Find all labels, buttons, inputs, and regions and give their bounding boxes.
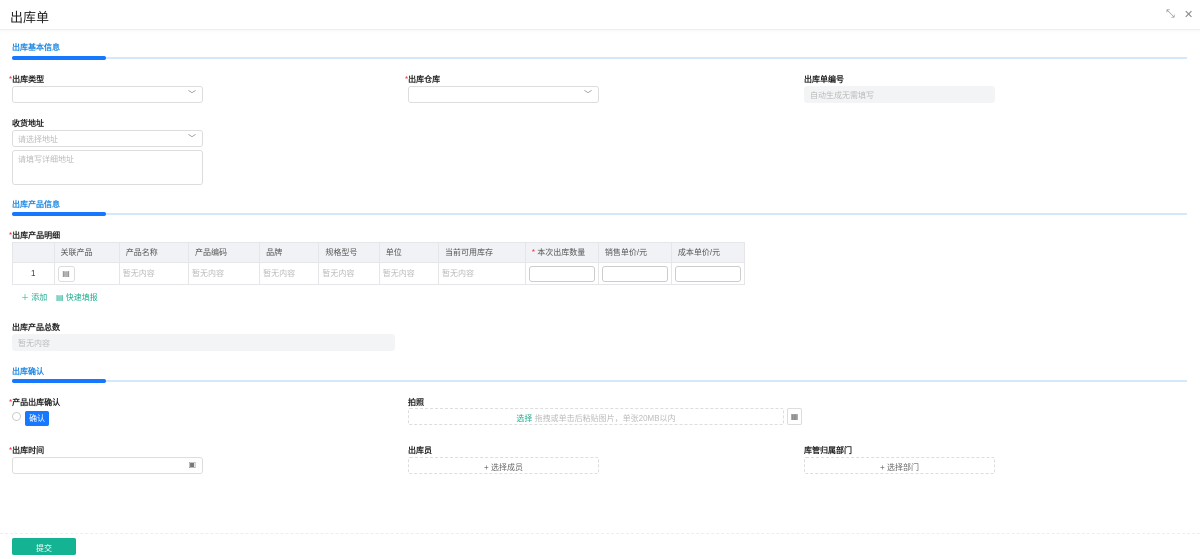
section-indicator bbox=[12, 212, 106, 216]
col-header: 单位 bbox=[378, 242, 440, 263]
photo-label: 拍照 bbox=[408, 398, 424, 407]
col-header: 产品编码 bbox=[187, 242, 261, 263]
col-header: 成本单价/元 bbox=[670, 242, 746, 263]
quick-fill-button[interactable]: ▤ 快速填报 bbox=[56, 292, 98, 303]
section-title-confirm: 出库确认 bbox=[12, 367, 44, 376]
address-detail-input[interactable]: 请填写详细地址 bbox=[12, 150, 203, 185]
section-divider bbox=[12, 380, 1187, 382]
select-dept-button[interactable]: + 选择部门 bbox=[804, 457, 995, 474]
product-confirm-label: *产品出库确认 bbox=[9, 398, 61, 407]
section-title-basic: 出库基本信息 bbox=[12, 43, 60, 52]
footer-divider bbox=[0, 533, 1200, 534]
total-field: 暂无内容 bbox=[12, 334, 395, 351]
time-picker[interactable]: ▣ bbox=[12, 457, 203, 474]
add-row-button[interactable]: ＋ 添加 bbox=[21, 292, 47, 303]
quantity-input[interactable] bbox=[528, 265, 595, 282]
photo-upload-area[interactable]: 选择 拖拽或单击后粘贴图片，单张20MB以内 bbox=[408, 408, 784, 425]
confirm-tag[interactable]: 确认 bbox=[25, 411, 49, 426]
table-row: 1 ▤ 暂无内容 暂无内容 暂无内容 暂无内容 暂无内容 暂无内容 bbox=[12, 262, 746, 285]
col-header: 关联产品 bbox=[53, 242, 120, 263]
confirm-radio[interactable] bbox=[12, 412, 21, 421]
col-header: 销售单价/元 bbox=[597, 242, 672, 263]
total-label: 出库产品总数 bbox=[12, 323, 60, 332]
warehouse-select[interactable]: ﹀ bbox=[408, 86, 599, 103]
col-header: 规格型号 bbox=[318, 242, 380, 263]
shrink-icon[interactable]: ⤡ bbox=[1166, 8, 1175, 21]
type-label: *出库类型 bbox=[9, 75, 45, 84]
section-title-products: 出库产品信息 bbox=[12, 200, 60, 209]
submit-button[interactable]: 提交 bbox=[12, 538, 76, 555]
section-indicator bbox=[12, 56, 106, 60]
sale-price-input[interactable] bbox=[601, 265, 668, 282]
col-header: 产品名称 bbox=[118, 242, 189, 263]
section-divider bbox=[12, 57, 1187, 59]
qrcode-icon[interactable]: ▦ bbox=[787, 408, 802, 425]
chevron-down-icon: ﹀ bbox=[188, 90, 196, 99]
chevron-down-icon: ﹀ bbox=[584, 90, 592, 99]
close-icon[interactable]: ✕ bbox=[1184, 8, 1193, 21]
type-select[interactable]: ﹀ bbox=[12, 86, 203, 103]
time-label: *出库时间 bbox=[9, 446, 45, 455]
address-select[interactable]: 请选择地址 ﹀ bbox=[12, 130, 203, 147]
dialog-header: 出库单 ⤡ ✕ bbox=[0, 0, 1200, 30]
link-product-button[interactable]: ▤ bbox=[57, 265, 75, 282]
col-header: * 本次出库数量 bbox=[524, 242, 599, 263]
col-header: 品牌 bbox=[259, 242, 320, 263]
number-field: 自动生成无需填写 bbox=[804, 86, 995, 103]
detail-label: *出库产品明细 bbox=[9, 231, 61, 240]
dialog-title: 出库单 bbox=[10, 10, 50, 25]
cost-price-input[interactable] bbox=[674, 265, 741, 282]
calendar-icon: ▣ bbox=[188, 460, 196, 469]
dept-label: 库管归属部门 bbox=[804, 446, 852, 455]
select-member-button[interactable]: + 选择成员 bbox=[408, 457, 599, 474]
photo-select-link[interactable]: 选择 bbox=[516, 414, 532, 423]
number-label: 出库单编号 bbox=[804, 75, 844, 84]
chevron-down-icon: ﹀ bbox=[188, 134, 196, 143]
address-label: 收货地址 bbox=[12, 119, 44, 128]
col-header: 当前可用库存 bbox=[438, 242, 526, 263]
operator-label: 出库员 bbox=[408, 446, 432, 455]
product-table: 关联产品 产品名称 产品编码 品牌 规格型号 单位 当前可用库存 * 本次出库数… bbox=[12, 242, 746, 285]
section-indicator bbox=[12, 379, 106, 383]
form-icon: ▤ bbox=[56, 293, 66, 302]
section-divider bbox=[12, 213, 1187, 215]
table-header: 关联产品 产品名称 产品编码 品牌 规格型号 单位 当前可用库存 * 本次出库数… bbox=[12, 242, 746, 263]
warehouse-label: *出库仓库 bbox=[405, 75, 441, 84]
plus-icon: ＋ bbox=[21, 293, 32, 302]
